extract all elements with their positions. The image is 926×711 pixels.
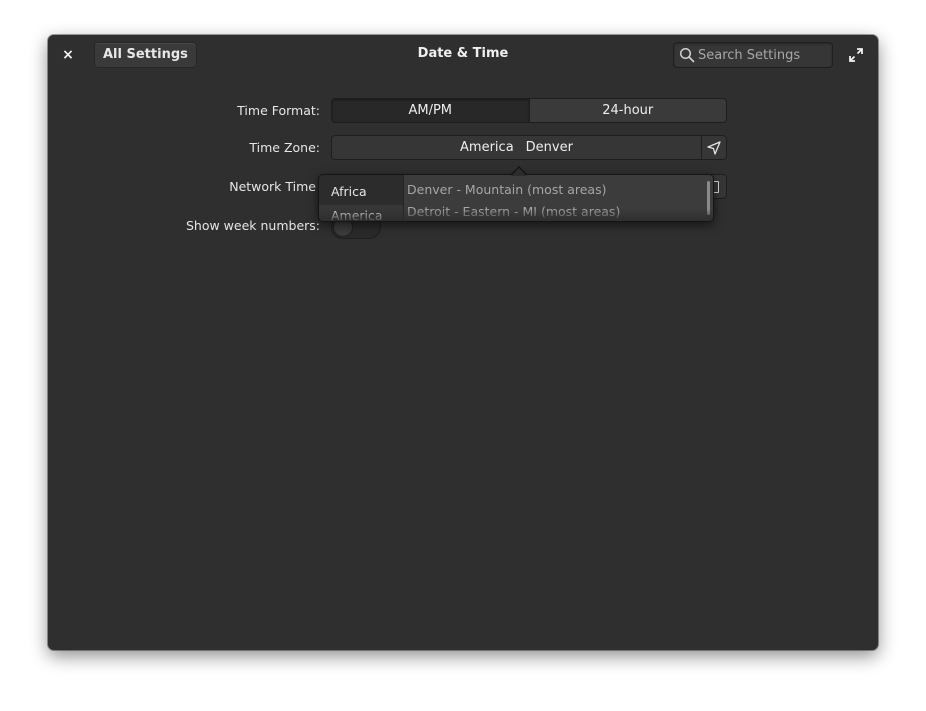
time-format-ampm-option[interactable]: AM/PM bbox=[332, 99, 529, 122]
settings-window: × All Settings Date & Time Time Format: … bbox=[48, 35, 878, 650]
time-format-switcher: AM/PM 24-hour bbox=[331, 98, 727, 123]
search-input[interactable] bbox=[698, 46, 828, 64]
week-numbers-label: Show week numbers: bbox=[185, 218, 320, 233]
time-zone-city: Denver bbox=[525, 140, 573, 155]
network-time-label: Network Time bbox=[229, 179, 316, 194]
maximize-icon[interactable] bbox=[848, 47, 864, 63]
city-item-detroit[interactable]: Detroit - Eastern - MI (most areas) bbox=[407, 201, 707, 221]
region-item-africa[interactable]: Africa bbox=[319, 181, 403, 203]
auto-timezone-button[interactable] bbox=[702, 135, 727, 160]
timezone-popover: Africa America Denver - Mountain (most a… bbox=[318, 174, 714, 222]
time-zone-label: Time Zone: bbox=[249, 140, 320, 155]
city-list: Denver - Mountain (most areas) Detroit -… bbox=[403, 175, 713, 221]
region-item-america[interactable]: America bbox=[319, 205, 403, 221]
time-format-label: Time Format: bbox=[237, 103, 320, 118]
search-field[interactable] bbox=[673, 42, 833, 68]
time-format-24h-option[interactable]: 24-hour bbox=[530, 99, 727, 122]
header-bar: × All Settings Date & Time bbox=[48, 35, 878, 75]
search-icon bbox=[679, 47, 695, 63]
region-list: Africa America bbox=[319, 175, 403, 221]
city-item-denver[interactable]: Denver - Mountain (most areas) bbox=[407, 179, 707, 201]
city-list-scrollbar[interactable] bbox=[707, 181, 710, 215]
popover-arrow-fill bbox=[511, 168, 527, 176]
location-arrow-icon bbox=[707, 141, 721, 155]
time-zone-region: America bbox=[460, 140, 514, 155]
time-zone-button[interactable]: America Denver bbox=[331, 135, 702, 160]
